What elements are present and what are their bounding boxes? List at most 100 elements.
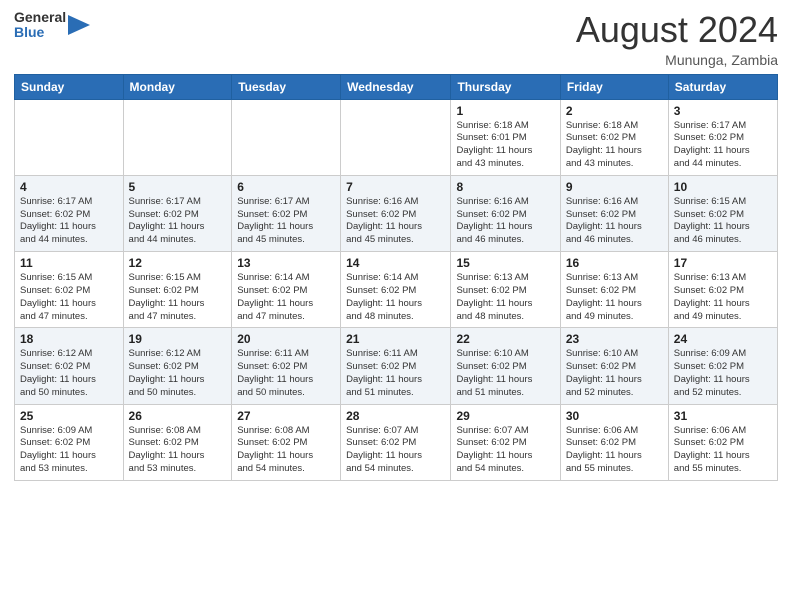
day-info: Sunrise: 6:11 AM Sunset: 6:02 PM Dayligh… [237, 348, 335, 399]
day-number: 18 [20, 332, 118, 346]
week-row-1: 1 Sunrise: 6:18 AM Sunset: 6:01 PM Daylig… [15, 99, 778, 175]
col-monday: Monday [123, 74, 232, 99]
calendar-cell [232, 99, 341, 175]
calendar-cell: 7Sunrise: 6:16 AM Sunset: 6:02 PM Daylig… [341, 175, 451, 251]
day-info: Sunrise: 6:08 AM Sunset: 6:02 PM Dayligh… [237, 425, 335, 476]
day-number: 24 [674, 332, 772, 346]
day-info: Sunrise: 6:16 AM Sunset: 6:02 PM Dayligh… [456, 196, 554, 247]
day-info: Sunrise: 6:17 AM Sunset: 6:02 PM Dayligh… [674, 120, 772, 171]
calendar-cell: 18 Sunrise: 6:12 AM Sunset: 6:02 PM Dayli… [15, 328, 124, 404]
day-info: Sunrise: 6:07 AM Sunset: 6:02 PM Dayligh… [346, 425, 445, 476]
calendar-cell: 22 Sunrise: 6:10 AM Sunset: 6:02 PM Dayli… [451, 328, 560, 404]
day-info: Sunrise: 6:18 AM Sunset: 6:02 PM Dayligh… [566, 120, 663, 171]
calendar-title: August 2024 [576, 10, 778, 50]
calendar-cell: 30 Sunrise: 6:06 AM Sunset: 6:02 PM Dayli… [560, 404, 668, 480]
day-number: 22 [456, 332, 554, 346]
calendar-cell: 9 Sunrise: 6:16 AM Sunset: 6:02 PM Daylig… [560, 175, 668, 251]
calendar-cell: 25 Sunrise: 6:09 AM Sunset: 6:02 PM Dayli… [15, 404, 124, 480]
calendar-cell: 11 Sunrise: 6:15 AM Sunset: 6:02 PM Dayli… [15, 252, 124, 328]
day-info: Sunrise: 6:12 AM Sunset: 6:02 PM Dayligh… [20, 348, 118, 399]
calendar-table: Sunday Monday Tuesday Wednesday Thursday… [14, 74, 778, 481]
day-info: Sunrise: 6:10 AM Sunset: 6:02 PM Dayligh… [456, 348, 554, 399]
logo-general: General [14, 10, 66, 25]
calendar-cell: 4 Sunrise: 6:17 AM Sunset: 6:02 PM Daylig… [15, 175, 124, 251]
calendar-cell: 26Sunrise: 6:08 AM Sunset: 6:02 PM Dayli… [123, 404, 232, 480]
day-number: 30 [566, 409, 663, 423]
day-info: Sunrise: 6:13 AM Sunset: 6:02 PM Dayligh… [674, 272, 772, 323]
day-number: 2 [566, 104, 663, 118]
col-wednesday: Wednesday [341, 74, 451, 99]
calendar-cell: 2 Sunrise: 6:18 AM Sunset: 6:02 PM Daylig… [560, 99, 668, 175]
calendar-cell: 3 Sunrise: 6:17 AM Sunset: 6:02 PM Daylig… [668, 99, 777, 175]
day-number: 16 [566, 256, 663, 270]
day-number: 3 [674, 104, 772, 118]
logo: General Blue [14, 10, 90, 41]
calendar-cell [15, 99, 124, 175]
week-row-2: 4 Sunrise: 6:17 AM Sunset: 6:02 PM Daylig… [15, 175, 778, 251]
day-info: Sunrise: 6:17 AM Sunset: 6:02 PM Dayligh… [129, 196, 227, 247]
calendar-cell: 28 Sunrise: 6:07 AM Sunset: 6:02 PM Dayli… [341, 404, 451, 480]
day-number: 6 [237, 180, 335, 194]
day-number: 5 [129, 180, 227, 194]
day-info: Sunrise: 6:09 AM Sunset: 6:02 PM Dayligh… [674, 348, 772, 399]
calendar-cell [123, 99, 232, 175]
day-info: Sunrise: 6:17 AM Sunset: 6:02 PM Dayligh… [20, 196, 118, 247]
day-number: 28 [346, 409, 445, 423]
col-sunday: Sunday [15, 74, 124, 99]
calendar-cell: 15Sunrise: 6:13 AM Sunset: 6:02 PM Dayli… [451, 252, 560, 328]
day-info: Sunrise: 6:18 AM Sunset: 6:01 PM Dayligh… [456, 120, 554, 171]
day-number: 1 [456, 104, 554, 118]
day-number: 26 [129, 409, 227, 423]
calendar-cell: 8 Sunrise: 6:16 AM Sunset: 6:02 PM Daylig… [451, 175, 560, 251]
day-info: Sunrise: 6:11 AM Sunset: 6:02 PM Dayligh… [346, 348, 445, 399]
calendar-cell: 16 Sunrise: 6:13 AM Sunset: 6:02 PM Dayli… [560, 252, 668, 328]
day-number: 19 [129, 332, 227, 346]
calendar-cell: 21 Sunrise: 6:11 AM Sunset: 6:02 PM Dayli… [341, 328, 451, 404]
week-row-4: 18 Sunrise: 6:12 AM Sunset: 6:02 PM Dayli… [15, 328, 778, 404]
calendar-cell: 24 Sunrise: 6:09 AM Sunset: 6:02 PM Dayli… [668, 328, 777, 404]
day-info: Sunrise: 6:15 AM Sunset: 6:02 PM Dayligh… [674, 196, 772, 247]
day-number: 21 [346, 332, 445, 346]
day-number: 9 [566, 180, 663, 194]
day-number: 20 [237, 332, 335, 346]
weekday-header-row: Sunday Monday Tuesday Wednesday Thursday… [15, 74, 778, 99]
day-info: Sunrise: 6:09 AM Sunset: 6:02 PM Dayligh… [20, 425, 118, 476]
day-number: 13 [237, 256, 335, 270]
col-tuesday: Tuesday [232, 74, 341, 99]
day-number: 12 [129, 256, 227, 270]
day-number: 8 [456, 180, 554, 194]
day-info: Sunrise: 6:16 AM Sunset: 6:02 PM Dayligh… [566, 196, 663, 247]
logo-arrow-icon [68, 11, 90, 39]
calendar-cell: 17Sunrise: 6:13 AM Sunset: 6:02 PM Dayli… [668, 252, 777, 328]
logo-blue: Blue [14, 25, 66, 40]
calendar-cell: 20 Sunrise: 6:11 AM Sunset: 6:02 PM Dayli… [232, 328, 341, 404]
col-saturday: Saturday [668, 74, 777, 99]
week-row-3: 11 Sunrise: 6:15 AM Sunset: 6:02 PM Dayli… [15, 252, 778, 328]
calendar-cell: 14Sunrise: 6:14 AM Sunset: 6:02 PM Dayli… [341, 252, 451, 328]
day-info: Sunrise: 6:10 AM Sunset: 6:02 PM Dayligh… [566, 348, 663, 399]
day-info: Sunrise: 6:14 AM Sunset: 6:02 PM Dayligh… [346, 272, 445, 323]
day-info: Sunrise: 6:06 AM Sunset: 6:02 PM Dayligh… [566, 425, 663, 476]
day-number: 27 [237, 409, 335, 423]
day-number: 31 [674, 409, 772, 423]
col-thursday: Thursday [451, 74, 560, 99]
day-info: Sunrise: 6:15 AM Sunset: 6:02 PM Dayligh… [20, 272, 118, 323]
day-number: 4 [20, 180, 118, 194]
calendar-location: Mununga, Zambia [576, 52, 778, 68]
header: General Blue August 2024 Mununga, Zambia [14, 10, 778, 68]
calendar-cell: 19 Sunrise: 6:12 AM Sunset: 6:02 PM Dayli… [123, 328, 232, 404]
day-number: 11 [20, 256, 118, 270]
day-number: 23 [566, 332, 663, 346]
day-info: Sunrise: 6:07 AM Sunset: 6:02 PM Dayligh… [456, 425, 554, 476]
day-info: Sunrise: 6:13 AM Sunset: 6:02 PM Dayligh… [456, 272, 554, 323]
day-number: 25 [20, 409, 118, 423]
day-info: Sunrise: 6:13 AM Sunset: 6:02 PM Dayligh… [566, 272, 663, 323]
day-info: Sunrise: 6:17 AM Sunset: 6:02 PM Dayligh… [237, 196, 335, 247]
calendar-cell: 31 Sunrise: 6:06 AM Sunset: 6:02 PM Dayli… [668, 404, 777, 480]
day-info: Sunrise: 6:16 AM Sunset: 6:02 PM Dayligh… [346, 196, 445, 247]
day-info: Sunrise: 6:06 AM Sunset: 6:02 PM Dayligh… [674, 425, 772, 476]
day-info: Sunrise: 6:12 AM Sunset: 6:02 PM Dayligh… [129, 348, 227, 399]
calendar-cell: 13Sunrise: 6:14 AM Sunset: 6:02 PM Dayli… [232, 252, 341, 328]
col-friday: Friday [560, 74, 668, 99]
calendar-cell: 23 Sunrise: 6:10 AM Sunset: 6:02 PM Dayli… [560, 328, 668, 404]
